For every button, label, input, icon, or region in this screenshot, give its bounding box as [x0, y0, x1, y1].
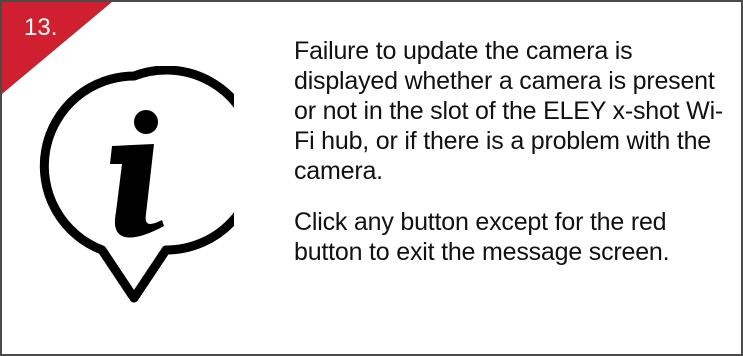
step-number: 13.: [24, 14, 58, 41]
instruction-card: 13. Failure to update the camera is disp…: [0, 0, 743, 356]
info-icon: [39, 66, 234, 303]
message-text: Failure to update the camera is displaye…: [294, 36, 724, 267]
paragraph-exit-instruction: Click any button except for the red butt…: [294, 208, 670, 266]
paragraph-failure-explanation: Failure to update the camera is displaye…: [294, 37, 724, 185]
